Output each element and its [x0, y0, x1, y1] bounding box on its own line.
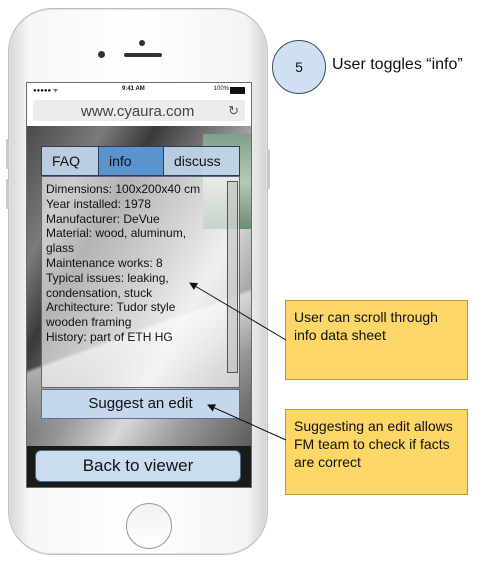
arrow-to-info-sheet	[189, 282, 287, 341]
annotation-arrows	[189, 282, 287, 441]
arrow-to-suggest-edit	[207, 404, 287, 441]
